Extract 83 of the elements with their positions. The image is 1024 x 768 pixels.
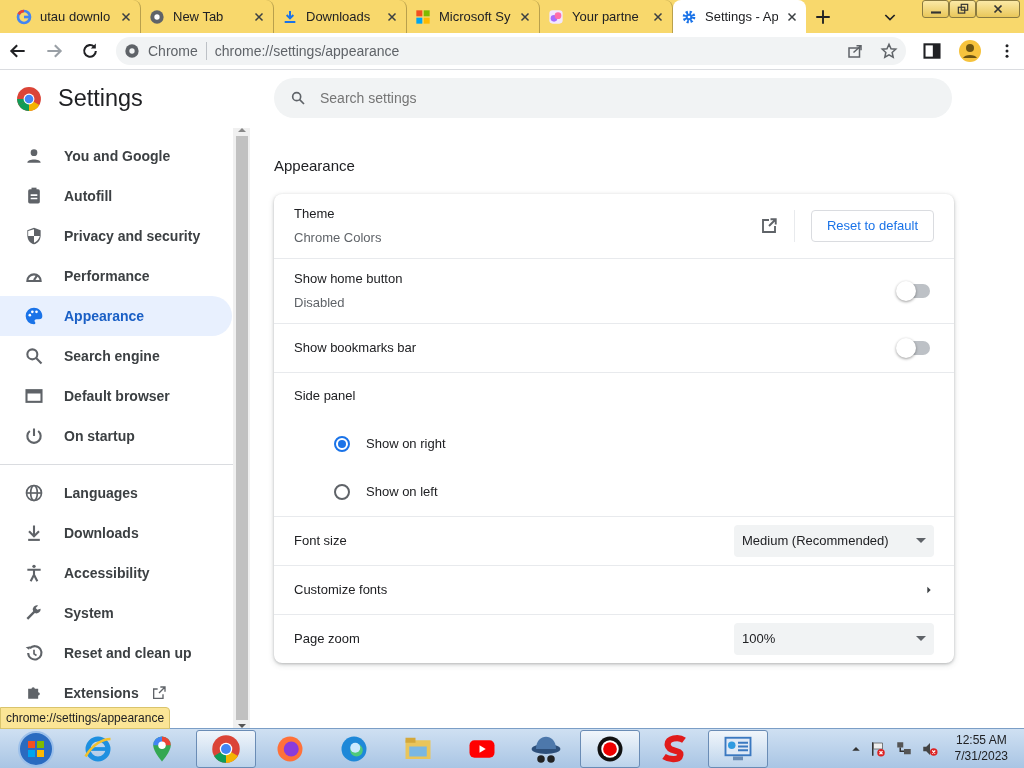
scroll-up-icon[interactable] [237,128,246,132]
minimize-icon [930,10,941,14]
restore-button[interactable] [949,0,976,18]
radio-button[interactable] [334,435,350,452]
palette-icon [24,306,44,326]
radio-button[interactable] [334,483,350,500]
setting-description: Disabled [294,293,346,312]
toggle-switch[interactable] [898,283,930,298]
setting-label: Font size [294,531,347,550]
minimize-button[interactable] [922,0,949,18]
chrome-logo-icon [16,86,42,112]
close-icon[interactable] [253,10,265,23]
address-bar[interactable]: Chrome chrome://settings/appearance [116,37,906,65]
search-field[interactable]: Search settings [274,78,952,118]
settings-icon [681,8,697,25]
setting-description: Chrome Colors [294,228,382,247]
close-button[interactable] [976,0,1020,18]
app-icon [548,8,564,25]
sidebar-item[interactable]: Default browser [0,376,232,416]
status-tooltip: chrome://settings/appearance [0,707,171,729]
new-tab-icon[interactable] [814,7,832,26]
google-icon [16,8,32,25]
globe-icon [24,483,44,503]
setting-label: Side panel [294,387,356,406]
close-icon[interactable] [120,10,132,23]
browser-window-icon [24,386,44,406]
reset-button[interactable]: Reset to default [810,209,934,242]
sidebar-item[interactable]: Autofill [0,176,232,216]
dropdown[interactable]: Medium (Recommended) [734,524,934,557]
restore-icon [955,2,970,16]
radio-label: Show on left [366,482,438,501]
close-icon[interactable] [652,10,664,23]
settings-title: Settings [58,84,143,114]
reload-icon[interactable] [80,41,100,61]
sidebar-item[interactable]: Languages [0,473,232,513]
profile-avatar-icon[interactable] [958,39,982,63]
start-button[interactable] [16,729,56,768]
star-icon[interactable] [880,42,898,60]
browser-tab[interactable]: Settings - Ap [673,0,806,33]
close-icon [991,2,1005,16]
accessibility-icon [24,563,44,583]
sidebar-item[interactable]: You and Google [0,136,232,176]
setting-label: Theme [294,205,336,223]
radio-label: Show on right [366,434,446,453]
sidebar-item[interactable]: On startup [0,416,232,456]
shield-icon [24,226,44,246]
url-text: chrome://settings/appearance [214,41,400,61]
setting-label: Show home button [294,270,403,288]
toggle-switch[interactable] [898,340,930,355]
clock[interactable]: 12:55 AM 7/31/2023 [954,732,1008,765]
windows-logo-icon [415,8,431,25]
setting-label: Customize fonts [294,580,388,599]
sidebar-item[interactable]: Privacy and security [0,216,232,256]
search-icon [290,90,306,106]
external-link-icon [150,685,167,701]
side-panel-icon[interactable] [922,41,942,61]
history-icon [24,643,44,663]
close-icon[interactable] [519,10,531,23]
external-link-icon[interactable] [759,216,778,235]
sidebar-item[interactable]: Performance [0,256,232,296]
site-label: Chrome [148,41,198,61]
sidebar-item[interactable]: Search engine [0,336,232,376]
browser-icon [211,733,241,764]
sidebar-item[interactable]: System [0,593,232,633]
taskbar-button[interactable] [580,729,640,768]
search-icon [24,346,44,366]
close-icon[interactable] [786,10,798,23]
scrollbar[interactable] [233,128,250,728]
sidebar-item[interactable]: Downloads [0,513,232,553]
person-icon [24,146,44,166]
close-icon[interactable] [386,10,398,23]
section-title: Appearance [274,156,356,176]
sidebar-item[interactable]: Reset and clean up [0,633,232,673]
sidebar-item[interactable]: Appearance [0,296,232,336]
share-icon[interactable] [846,42,864,60]
power-icon [24,426,44,446]
setting-label: Page zoom [294,629,360,648]
sidebar-item[interactable]: Accessibility [0,553,232,593]
download-icon [282,8,298,25]
caret-down-icon [916,636,926,641]
caret-down-icon [916,538,926,543]
dropdown[interactable]: 100% [734,622,934,655]
setting-label: Show bookmarks bar [294,338,417,357]
